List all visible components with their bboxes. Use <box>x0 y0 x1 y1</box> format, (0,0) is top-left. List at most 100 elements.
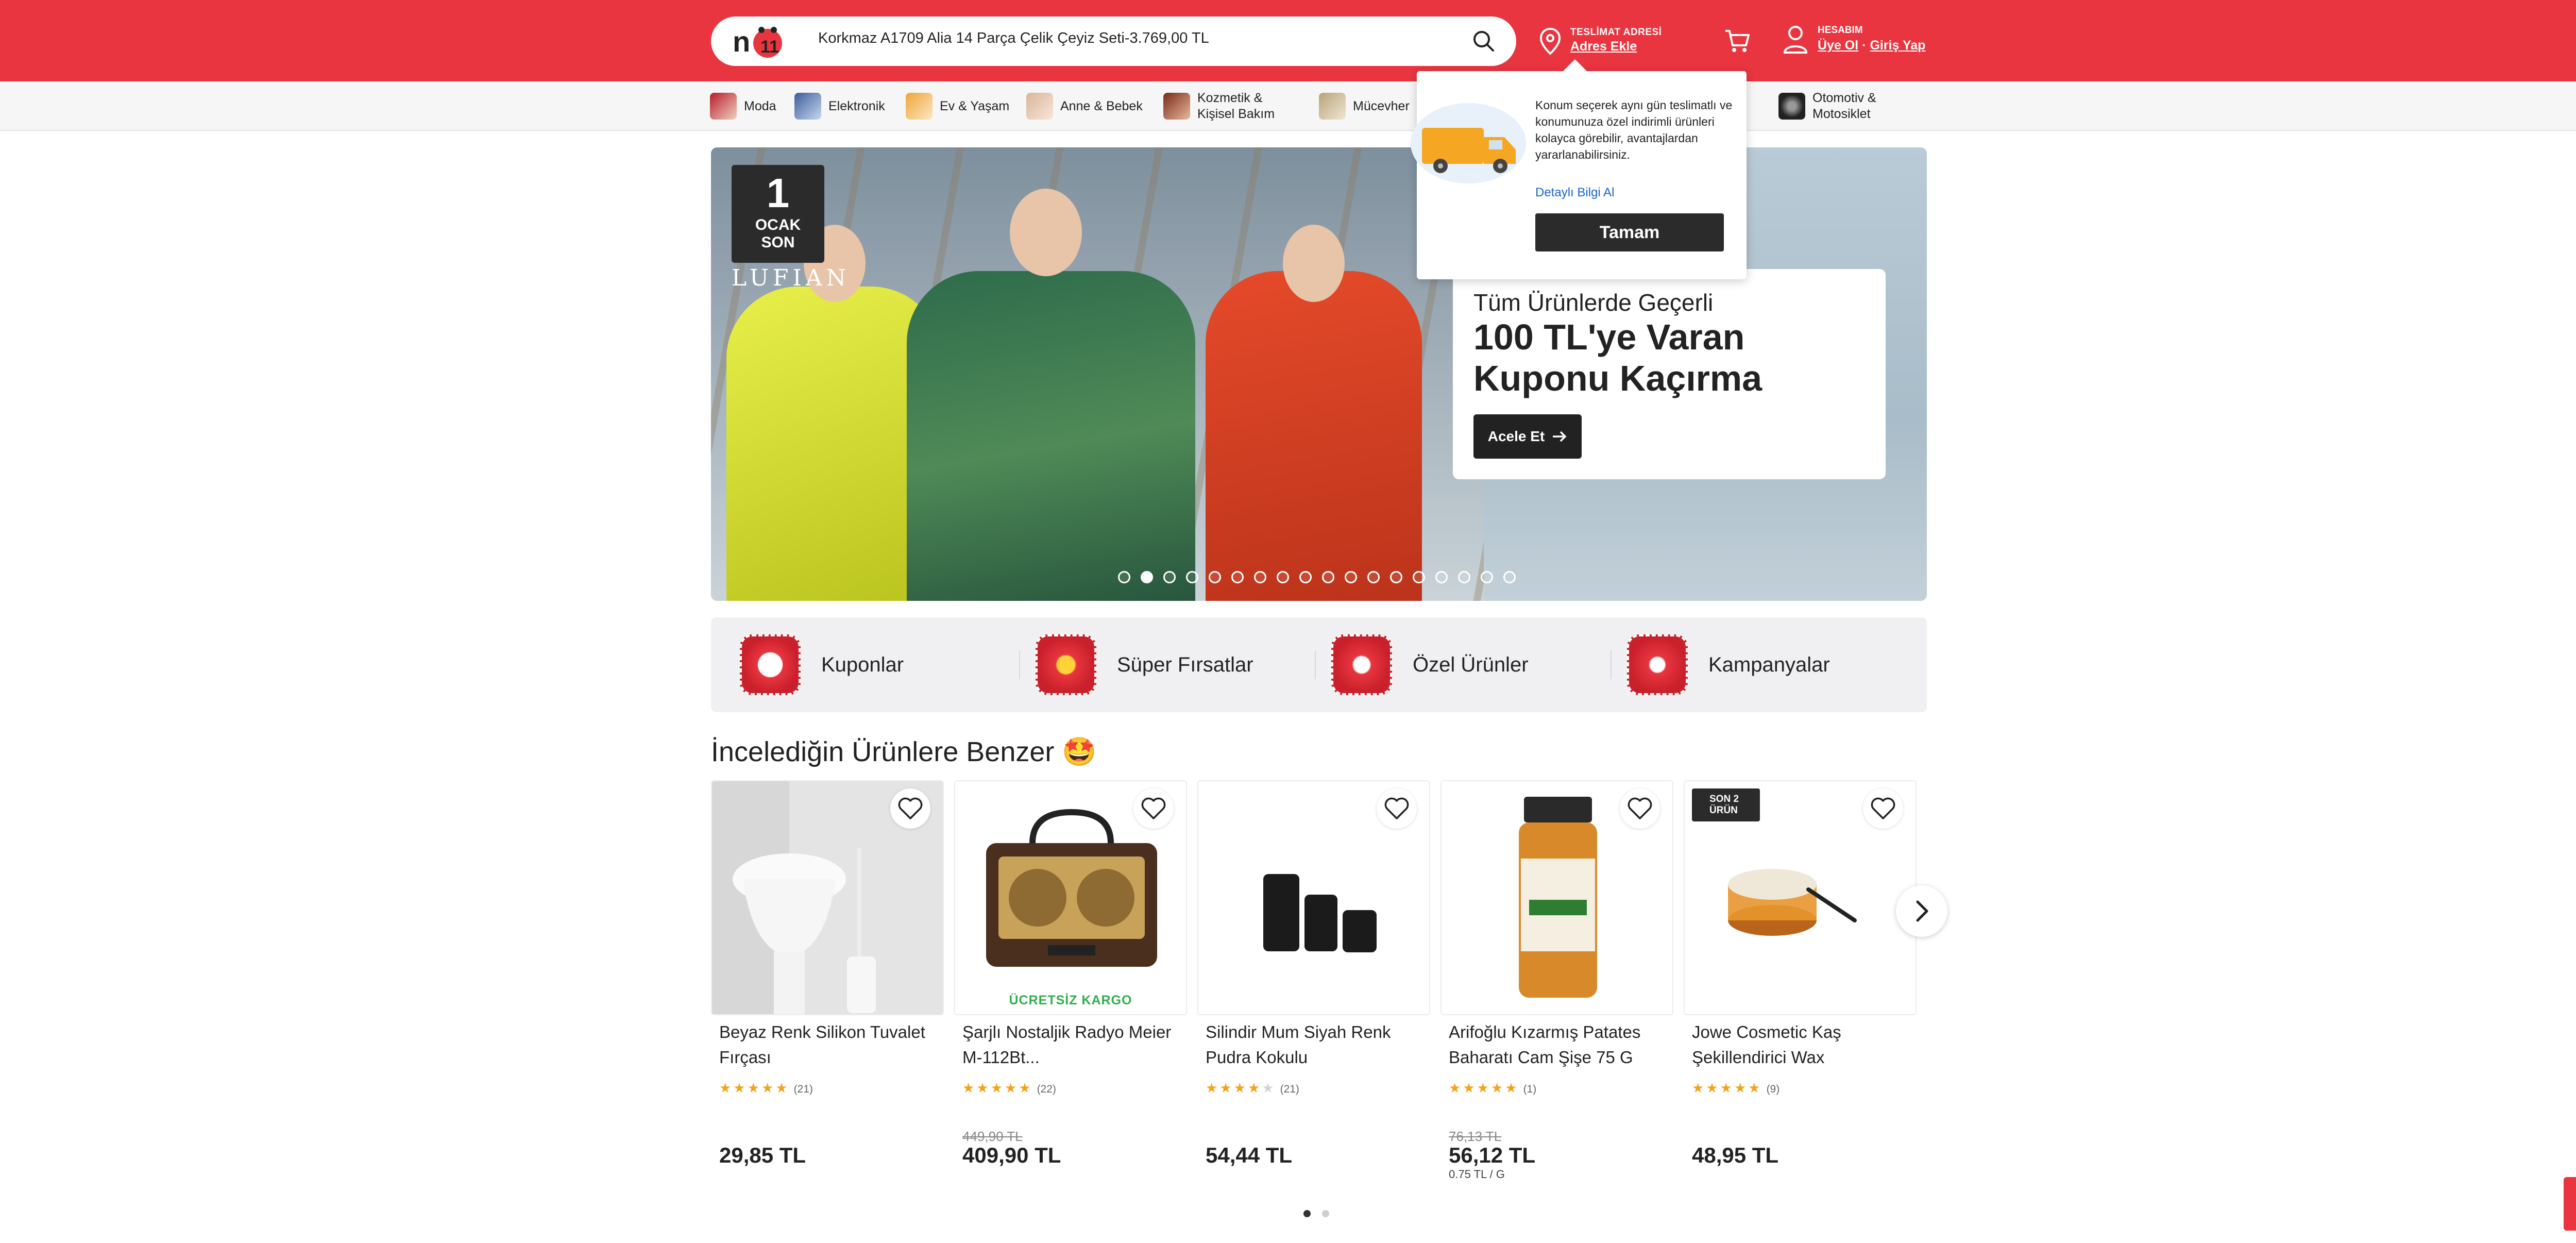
model-head <box>1283 225 1345 302</box>
favorite-heart-icon[interactable] <box>1133 788 1174 829</box>
coupon-icon <box>740 634 801 695</box>
location-popover: Konum seçerek aynı gün teslimatlı ve kon… <box>1411 59 1747 279</box>
model-red-jacket <box>1206 271 1422 601</box>
star-icon: ★ <box>733 1080 748 1096</box>
model-head <box>1010 189 1082 276</box>
baby-icon <box>1026 93 1053 120</box>
quick-link-super-deals[interactable]: Süper Fırsatlar <box>1007 617 1300 712</box>
product-price: 56,12 TL <box>1449 1143 1536 1167</box>
category-otomotiv[interactable]: Otomotiv & Motosiklet <box>1778 91 1876 121</box>
product-name[interactable]: Arifoğlu Kızarmış Patates Baharatı Cam Ş… <box>1449 1019 1675 1070</box>
login-link[interactable]: Giriş Yap <box>1870 38 1925 53</box>
account-label: HESABIM <box>1818 25 1863 36</box>
category-elektronik[interactable]: Elektronik <box>794 92 885 121</box>
product-name[interactable]: Jowe Cosmetic Kaş Şekillendirici Wax <box>1692 1019 1919 1070</box>
star-icon: ★ <box>1734 1080 1749 1096</box>
slide-dot[interactable] <box>1458 571 1470 583</box>
favorite-heart-icon[interactable] <box>1863 788 1903 829</box>
review-count: (22) <box>1037 1083 1056 1095</box>
n11-logo[interactable]: n 11 <box>732 20 787 64</box>
star-rating: ★★★★★ (1) <box>1449 1080 1536 1096</box>
category-mucevher[interactable]: Mücevher <box>1319 92 1410 121</box>
chevron-right-icon[interactable] <box>1896 885 1947 937</box>
product-name[interactable]: Şarjlı Nostaljik Radyo Meier M-112Bt... <box>962 1019 1189 1070</box>
low-stock-badge: SON 2 ÜRÜN <box>1692 788 1760 821</box>
star-icon: ★ <box>1505 1080 1519 1096</box>
hero-slide-indicators <box>1118 571 1516 583</box>
star-icon: ★ <box>1490 1080 1505 1096</box>
slide-dot[interactable] <box>1367 571 1380 583</box>
star-icon: ★ <box>1004 1080 1019 1096</box>
slide-dot[interactable] <box>1254 571 1266 583</box>
product-price: 54,44 TL <box>1206 1143 1293 1167</box>
category-ev-yasam[interactable]: Ev & Yaşam <box>906 92 1009 121</box>
star-icon: ★ <box>1219 1080 1234 1096</box>
favorite-heart-icon[interactable] <box>1377 788 1417 829</box>
star-rating: ★★★★★ (21) <box>1206 1080 1299 1096</box>
badge-last: SON <box>761 234 795 251</box>
quick-link-special-products[interactable]: Özel Ürünler <box>1302 617 1596 712</box>
old-price: 449,90 TL <box>962 1129 1023 1144</box>
category-nav: Moda Elektronik Ev & Yaşam Anne & Bebek … <box>0 81 2576 131</box>
promo-date-badge: 1 OCAK SON <box>732 165 824 263</box>
slide-dot[interactable] <box>1435 571 1448 583</box>
slide-dot[interactable] <box>1118 571 1130 583</box>
cart-icon[interactable] <box>1724 28 1751 54</box>
slide-dot[interactable] <box>1299 571 1312 583</box>
slide-dot[interactable] <box>1503 571 1516 583</box>
chat-button[interactable] <box>2564 1177 2576 1231</box>
slide-dot[interactable] <box>1141 571 1153 583</box>
star-icon: ★ <box>1720 1080 1734 1096</box>
product-name[interactable]: Beyaz Renk Silikon Tuvalet Fırçası <box>719 1019 946 1070</box>
search-input[interactable]: Korkmaz A1709 Alia 14 Parça Çelik Çeyiz … <box>818 30 1209 47</box>
star-icon: ★ <box>719 1080 734 1096</box>
category-anne-bebek[interactable]: Anne & Bebek <box>1026 92 1143 121</box>
star-icon: ★ <box>1449 1080 1463 1096</box>
slide-dot[interactable] <box>1277 571 1289 583</box>
fashion-icon <box>710 93 737 120</box>
slide-dot[interactable] <box>1322 571 1334 583</box>
slide-dot[interactable] <box>1481 571 1493 583</box>
quick-link-coupons[interactable]: Kuponlar <box>711 617 1005 712</box>
star-icon: ★ <box>775 1080 790 1096</box>
quick-link-label: Kampanyalar <box>1708 653 1830 676</box>
address-label: TESLİMAT ADRESİ <box>1570 27 1662 38</box>
slide-dot[interactable] <box>1231 571 1244 583</box>
slide-dot[interactable] <box>1163 571 1176 583</box>
product-name[interactable]: Silindir Mum Siyah Renk Pudra Kokulu <box>1206 1019 1432 1070</box>
quick-link-campaigns[interactable]: Kampanyalar <box>1598 617 1892 712</box>
more-info-link[interactable]: Detaylı Bilgi Al <box>1535 186 1614 200</box>
slide-dot[interactable] <box>1413 571 1425 583</box>
favorite-heart-icon[interactable] <box>1620 788 1660 829</box>
star-icon: ★ <box>1463 1080 1477 1096</box>
hurry-button[interactable]: Acele Et <box>1473 414 1582 459</box>
product-price: 409,90 TL <box>962 1143 1061 1167</box>
ok-button[interactable]: Tamam <box>1535 213 1724 251</box>
slide-dot[interactable] <box>1209 571 1221 583</box>
favorite-heart-icon[interactable] <box>890 788 930 829</box>
register-link[interactable]: Üye Ol <box>1818 38 1858 53</box>
star-icon: ★ <box>1262 1080 1276 1096</box>
tire-icon <box>1778 93 1805 120</box>
category-label: Ev & Yaşam <box>940 98 1010 113</box>
page-dot[interactable] <box>1322 1210 1329 1217</box>
page-dot[interactable] <box>1303 1210 1311 1217</box>
search-icon[interactable] <box>1468 26 1499 57</box>
category-kozmetik[interactable]: Kozmetik & Kişisel Bakım <box>1163 91 1275 121</box>
star-icon: ★ <box>1247 1080 1262 1096</box>
slide-dot[interactable] <box>1186 571 1198 583</box>
category-moda[interactable]: Moda <box>710 92 776 121</box>
svg-text:11: 11 <box>760 37 779 57</box>
hero-title: 100 TL'ye Varan Kuponu Kaçırma <box>1473 317 1762 398</box>
hero-brand-logo: LUFIAN <box>732 265 851 291</box>
account-menu[interactable]: HESABIM Üye Ol · Giriş Yap <box>1783 23 1937 60</box>
add-address-link[interactable]: Adres Ekle <box>1570 39 1637 54</box>
user-icon <box>1783 26 1808 54</box>
cosmetics-icon <box>1163 93 1190 120</box>
slide-dot[interactable] <box>1390 571 1402 583</box>
slide-dot[interactable] <box>1345 571 1357 583</box>
review-count: (21) <box>1280 1083 1299 1095</box>
hero-subtitle: Tüm Ürünlerde Geçerli <box>1473 289 1714 316</box>
delivery-address[interactable]: TESLİMAT ADRESİ Adres Ekle <box>1538 24 1688 61</box>
top-header: n 11 Korkmaz A1709 Alia 14 Parça Çelik Ç… <box>0 0 2576 81</box>
